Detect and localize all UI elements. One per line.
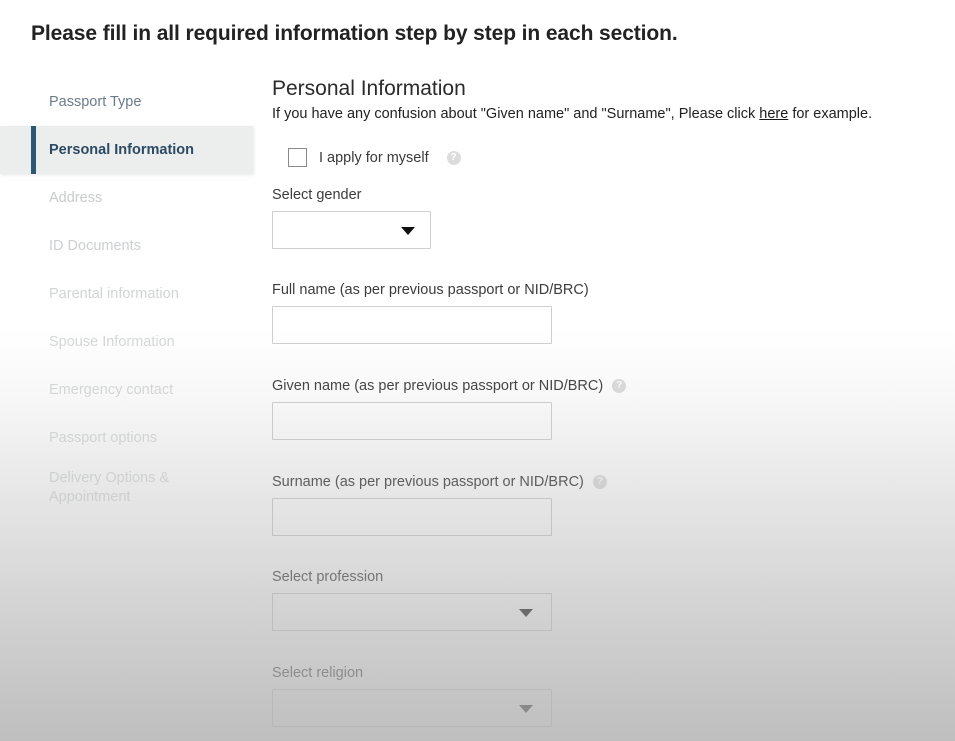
sidebar-item-label: Personal Information [49, 141, 195, 158]
self-apply-checkbox[interactable] [288, 148, 307, 167]
sidebar-item-delivery-options-appointment[interactable]: Delivery Options & Appointment [0, 462, 256, 518]
full-name-field-group: Full name (as per previous passport or N… [272, 282, 955, 344]
section-note: If you have any confusion about "Given n… [272, 106, 955, 122]
gender-label: Select gender [272, 187, 362, 203]
surname-label-text: Surname (as per previous passport or NID… [272, 474, 584, 490]
surname-input[interactable] [272, 498, 552, 536]
here-link[interactable]: here [759, 106, 788, 122]
sidebar-item-label: ID Documents [49, 237, 141, 254]
caret-down-icon [519, 609, 533, 617]
personal-information-form: Personal Information If you have any con… [272, 76, 955, 727]
page-title: Please fill in all required information … [31, 22, 678, 45]
full-name-input[interactable] [272, 306, 552, 344]
religion-label: Select religion [272, 665, 364, 681]
question-circle-icon[interactable]: ? [612, 379, 627, 394]
full-name-label: Full name (as per previous passport or N… [272, 282, 589, 298]
sidebar-item-emergency-contact[interactable]: Emergency contact [0, 366, 256, 414]
self-apply-row: I apply for myself ? [288, 148, 955, 167]
given-name-input[interactable] [272, 402, 552, 440]
question-circle-icon[interactable]: ? [446, 150, 461, 165]
sidebar-item-spouse-information[interactable]: Spouse Information [0, 318, 256, 366]
religion-field-group: Select religion [272, 665, 955, 727]
sidebar-item-address[interactable]: Address [0, 174, 256, 222]
profession-field-group: Select profession [272, 569, 955, 631]
section-note-suffix: for example. [788, 106, 873, 122]
given-name-label: Given name (as per previous passport or … [272, 378, 955, 394]
surname-label: Surname (as per previous passport or NID… [272, 474, 955, 490]
given-name-label-text: Given name (as per previous passport or … [272, 378, 604, 394]
sidebar-item-label: Parental information [49, 285, 179, 302]
sidebar-item-passport-options[interactable]: Passport options [0, 414, 256, 462]
surname-field-group: Surname (as per previous passport or NID… [272, 474, 955, 536]
sidebar-item-label: Delivery Options & Appointment [49, 470, 170, 505]
question-circle-icon[interactable]: ? [592, 475, 607, 490]
gender-select[interactable] [272, 211, 431, 249]
sidebar-item-parental-information[interactable]: Parental information [0, 270, 256, 318]
caret-down-icon [401, 227, 415, 235]
caret-down-icon [519, 705, 533, 713]
sidebar-item-label: Address [49, 189, 103, 206]
sidebar-item-passport-type[interactable]: Passport Type [0, 78, 256, 126]
section-note-prefix: If you have any confusion about "Given n… [272, 106, 760, 122]
section-title: Personal Information [272, 77, 466, 100]
sidebar-item-label: Passport options [49, 429, 158, 446]
sidebar-item-label: Spouse Information [49, 333, 175, 350]
sidebar-item-label: Passport Type [49, 93, 142, 110]
sidebar-item-personal-information[interactable]: Personal Information [0, 126, 253, 174]
given-name-field-group: Given name (as per previous passport or … [272, 378, 955, 440]
religion-select[interactable] [272, 689, 552, 727]
sidebar-item-id-documents[interactable]: ID Documents [0, 222, 256, 270]
profession-select[interactable] [272, 593, 552, 631]
profession-label: Select profession [272, 569, 384, 585]
sidebar-item-label: Emergency contact [49, 381, 174, 398]
self-apply-label: I apply for myself [319, 149, 429, 166]
sidebar-nav: Passport Type Personal Information Addre… [0, 78, 256, 518]
gender-field-group: Select gender [272, 187, 955, 249]
